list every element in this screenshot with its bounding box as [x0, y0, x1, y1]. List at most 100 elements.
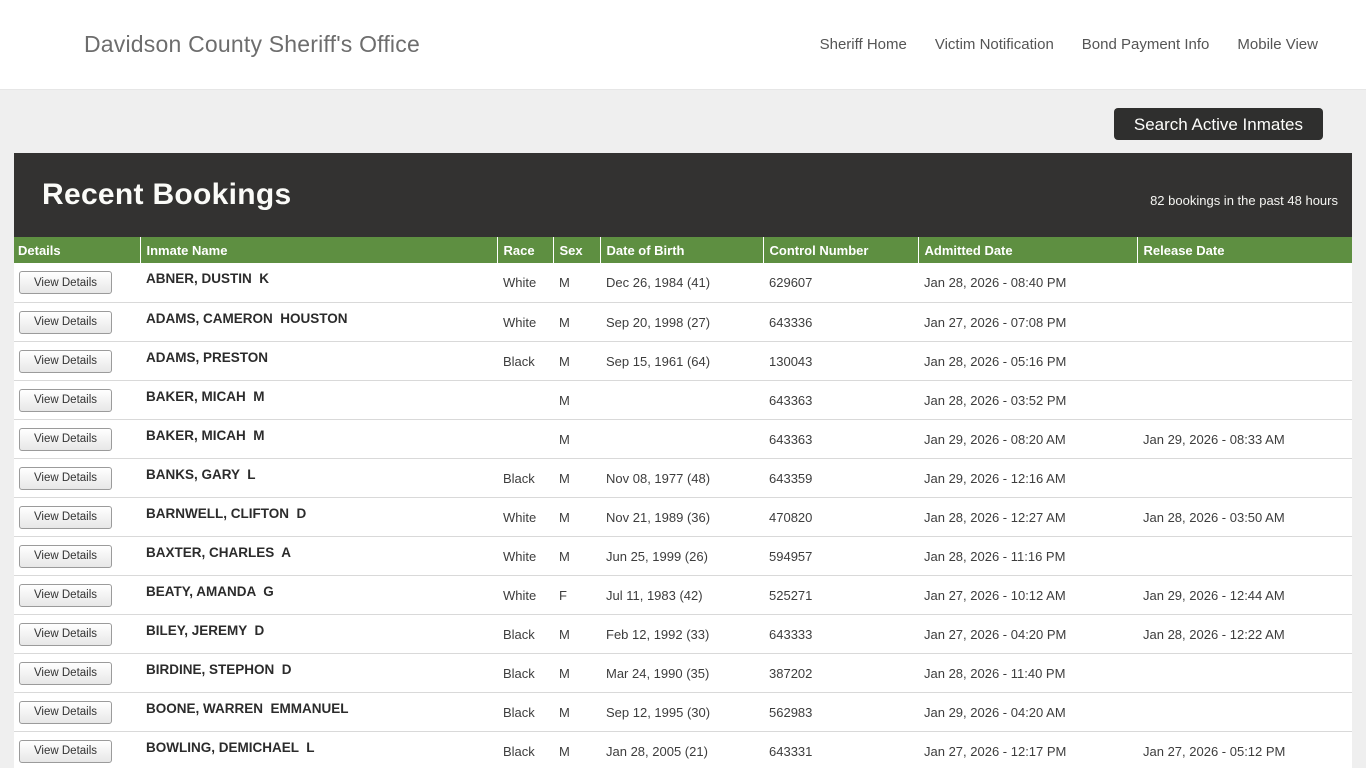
sex-cell: M: [559, 665, 570, 681]
column-header-date-of-birth: Date of Birth: [599, 237, 763, 263]
panel-header: Recent Bookings 82 bookings in the past …: [14, 153, 1352, 237]
control-number-cell: 387202: [769, 665, 813, 681]
nav-link-bond-payment-info[interactable]: Bond Payment Info: [1082, 36, 1210, 53]
column-header-control-number: Control Number: [762, 237, 918, 263]
admitted-date-cell: Jan 27, 2026 - 04:20 PM: [924, 626, 1067, 642]
admitted-date-cell: Jan 29, 2026 - 04:20 AM: [924, 704, 1066, 720]
control-number-cell: 629607: [769, 275, 813, 290]
control-number-cell: 594957: [769, 548, 813, 564]
view-details-button[interactable]: View Details: [19, 661, 112, 685]
view-details-button[interactable]: View Details: [19, 310, 112, 334]
admitted-date-cell: Jan 29, 2026 - 12:16 AM: [924, 470, 1066, 486]
view-details-button[interactable]: View Details: [19, 583, 112, 607]
release-date-cell: Jan 29, 2026 - 08:33 AM: [1143, 431, 1285, 447]
nav-link-mobile-view[interactable]: Mobile View: [1237, 36, 1318, 53]
race-cell: White: [503, 548, 537, 564]
control-number-cell: 130043: [769, 353, 813, 369]
sex-cell: M: [559, 704, 570, 720]
dob-cell: [600, 419, 763, 458]
release-date-cell: [1137, 653, 1352, 692]
column-header-details: Details: [14, 237, 140, 263]
dob-cell: Jan 28, 2005 (21): [606, 743, 708, 759]
table-header-row: Details Inmate Name Race Sex Date of Bir…: [14, 237, 1352, 263]
sex-cell: M: [559, 743, 570, 759]
race-cell: [497, 419, 553, 458]
search-active-inmates-button[interactable]: Search Active Inmates: [1113, 108, 1323, 140]
dob-cell: Sep 20, 1998 (27): [606, 314, 711, 330]
details-cell: View Details: [14, 419, 140, 458]
sex-cell: M: [559, 314, 570, 330]
view-details-button[interactable]: View Details: [19, 466, 112, 490]
admitted-date-cell: Jan 28, 2026 - 11:40 PM: [924, 665, 1066, 681]
admitted-date-cell: Jan 28, 2026 - 03:52 PM: [924, 392, 1067, 408]
column-header-race: Race: [496, 237, 553, 263]
control-number-cell: 643336: [769, 314, 813, 330]
sex-cell: M: [559, 275, 570, 290]
details-cell: View Details: [14, 380, 140, 419]
race-cell: White: [503, 275, 537, 290]
inmate-name-cell: BANKS, GARY L: [146, 466, 256, 482]
sex-cell: F: [559, 587, 567, 603]
view-details-button[interactable]: View Details: [19, 388, 112, 412]
race-cell: White: [503, 587, 537, 603]
admitted-date-cell: Jan 29, 2026 - 08:20 AM: [924, 431, 1066, 447]
release-date-cell: Jan 28, 2026 - 12:22 AM: [1143, 626, 1285, 642]
details-cell: View Details: [14, 497, 140, 536]
column-header-admitted-date: Admitted Date: [917, 237, 1137, 263]
admitted-date-cell: Jan 28, 2026 - 11:16 PM: [924, 548, 1066, 564]
column-header-sex: Sex: [552, 237, 600, 263]
view-details-button[interactable]: View Details: [19, 271, 112, 294]
control-number-cell: 643331: [769, 743, 813, 759]
inmate-name-cell: BAKER, MICAH M: [146, 388, 265, 404]
nav-link-sheriff-home[interactable]: Sheriff Home: [820, 36, 907, 53]
view-details-button[interactable]: View Details: [19, 349, 112, 373]
view-details-button[interactable]: View Details: [19, 700, 112, 724]
column-header-inmate-name: Inmate Name: [139, 237, 497, 263]
details-cell: View Details: [14, 692, 140, 731]
details-cell: View Details: [14, 614, 140, 653]
details-cell: View Details: [14, 263, 140, 302]
race-cell: Black: [503, 743, 535, 759]
dob-cell: Dec 26, 1984 (41): [606, 275, 711, 290]
release-date-cell: [1137, 263, 1352, 302]
dob-cell: Sep 15, 1961 (64): [606, 353, 711, 369]
inmate-name-cell: ABNER, DUSTIN K: [146, 271, 270, 286]
top-header: Davidson County Sheriff's Office Sheriff…: [0, 0, 1366, 90]
nav-link-victim-notification[interactable]: Victim Notification: [935, 36, 1054, 53]
page-title: Recent Bookings: [42, 178, 292, 211]
table-row: View Details ABNER, DUSTIN K White M Dec…: [14, 263, 1352, 302]
view-details-button[interactable]: View Details: [19, 739, 112, 763]
release-date-cell: [1137, 341, 1352, 380]
dob-cell: Jul 11, 1983 (42): [606, 587, 703, 603]
inmate-name-cell: BOONE, WARREN EMMANUEL: [146, 700, 349, 716]
release-date-cell: [1137, 458, 1352, 497]
details-cell: View Details: [14, 731, 140, 768]
admitted-date-cell: Jan 28, 2026 - 08:40 PM: [924, 275, 1067, 290]
details-cell: View Details: [14, 458, 140, 497]
race-cell: White: [503, 509, 537, 525]
brand-title: Davidson County Sheriff's Office: [84, 31, 420, 57]
inmate-name-cell: ADAMS, CAMERON HOUSTON: [146, 310, 348, 326]
race-cell: Black: [503, 353, 535, 369]
race-cell: Black: [503, 665, 535, 681]
dob-cell: Feb 12, 1992 (33): [606, 626, 710, 642]
search-strip: Search Active Inmates: [0, 90, 1366, 140]
race-cell: [497, 380, 553, 419]
inmate-name-cell: BOWLING, DEMICHAEL L: [146, 739, 315, 755]
dob-cell: [600, 380, 763, 419]
column-header-release-date: Release Date: [1136, 237, 1352, 263]
table-row: View Details BOWLING, DEMICHAEL L Black …: [14, 731, 1352, 768]
admitted-date-cell: Jan 27, 2026 - 07:08 PM: [924, 314, 1067, 330]
view-details-button[interactable]: View Details: [19, 427, 112, 451]
view-details-button[interactable]: View Details: [19, 544, 112, 568]
details-cell: View Details: [14, 341, 140, 380]
view-details-button[interactable]: View Details: [19, 505, 112, 529]
table-row: View Details BANKS, GARY L Black M Nov 0…: [14, 458, 1352, 497]
details-cell: View Details: [14, 302, 140, 341]
table-row: View Details BARNWELL, CLIFTON D White M…: [14, 497, 1352, 536]
admitted-date-cell: Jan 27, 2026 - 12:17 PM: [924, 743, 1067, 759]
view-details-button[interactable]: View Details: [19, 622, 112, 646]
bookings-table: Details Inmate Name Race Sex Date of Bir…: [14, 237, 1352, 768]
sex-cell: M: [559, 509, 570, 525]
race-cell: Black: [503, 626, 535, 642]
